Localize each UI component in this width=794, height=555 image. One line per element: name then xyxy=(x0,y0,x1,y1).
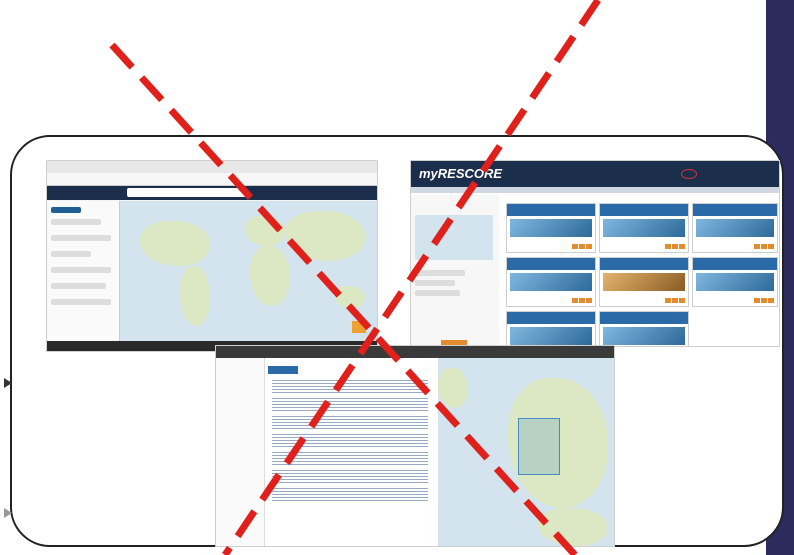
cross-line xyxy=(109,42,578,555)
cross-out-overlay xyxy=(109,0,601,555)
cross-line xyxy=(222,0,601,555)
